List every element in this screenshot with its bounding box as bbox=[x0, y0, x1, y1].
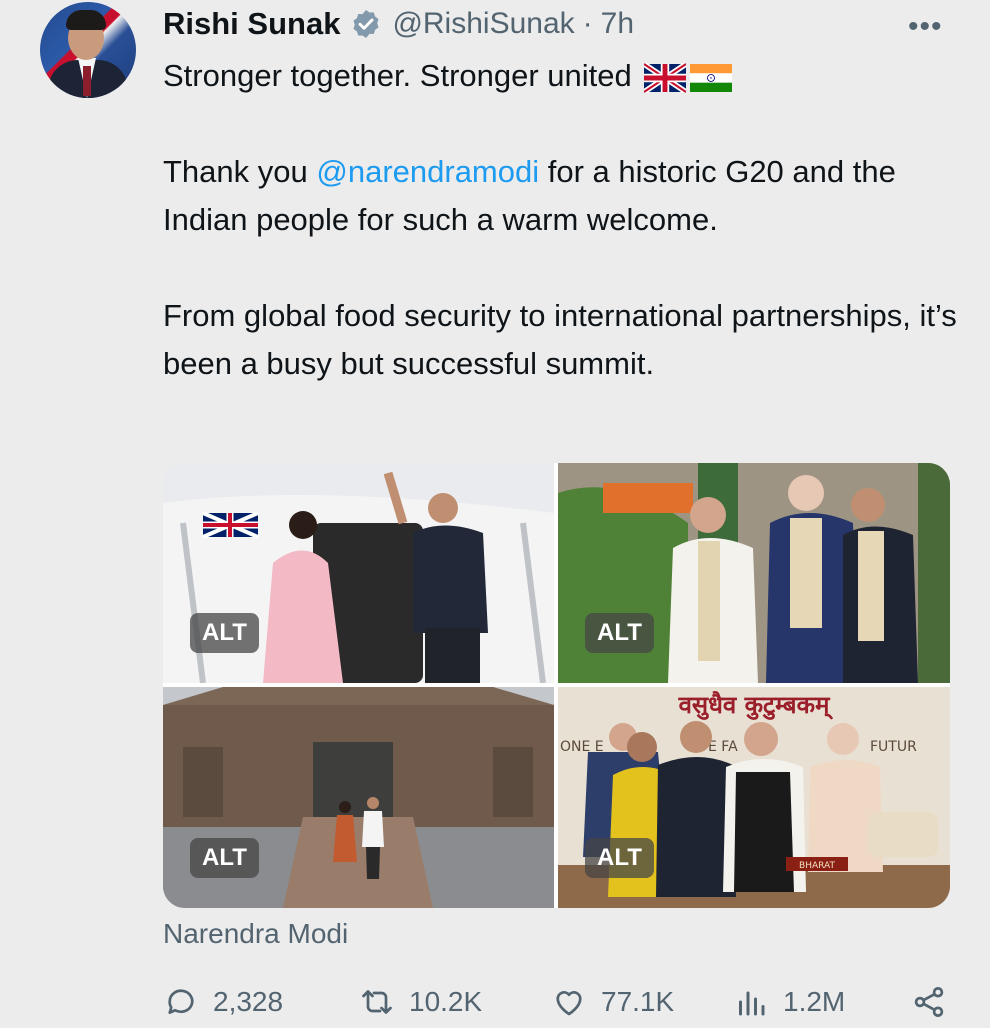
more-options-icon[interactable]: ••• bbox=[908, 10, 943, 44]
banner-text-right: FUTUR bbox=[870, 739, 917, 755]
share-icon bbox=[914, 987, 944, 1017]
timestamp[interactable]: 7h bbox=[601, 7, 634, 41]
author-handle[interactable]: @RishiSunak bbox=[392, 7, 574, 41]
text-line-1: Stronger together. Stronger united bbox=[163, 58, 632, 93]
banner-text-mid: E FA bbox=[708, 739, 738, 755]
alt-badge[interactable]: ALT bbox=[585, 838, 654, 878]
alt-badge[interactable]: ALT bbox=[190, 613, 259, 653]
views-button[interactable]: 1.2M bbox=[733, 984, 845, 1020]
media-grid: ALT ALT ALT वसुधैव कुटुम्बकम् ONE E E FA… bbox=[163, 463, 950, 908]
mention-link[interactable]: @narendramodi bbox=[316, 154, 539, 189]
views-count: 1.2M bbox=[783, 986, 846, 1017]
uk-flag-icon bbox=[644, 62, 687, 93]
reply-icon bbox=[168, 989, 194, 1014]
like-icon bbox=[556, 991, 582, 1016]
media-photo-4[interactable]: वसुधैव कुटुम्बकम् ONE E E FA FUTUR BHARA… bbox=[558, 687, 950, 908]
reply-button[interactable]: 2,328 bbox=[163, 984, 283, 1020]
media-photo-2[interactable]: ALT bbox=[558, 463, 950, 683]
action-bar: 2,328 10.2K 77.1K 1.2M bbox=[163, 984, 953, 1028]
text-paragraph-3: From global food security to internation… bbox=[163, 298, 957, 381]
author-name[interactable]: Rishi Sunak bbox=[163, 6, 340, 42]
media-caption[interactable]: Narendra Modi bbox=[163, 918, 348, 950]
retweet-icon bbox=[362, 990, 392, 1014]
banner-sanskrit: वसुधैव कुटुम्बकम् bbox=[678, 691, 834, 720]
retweet-count: 10.2K bbox=[409, 986, 483, 1017]
tweet: Rishi Sunak @RishiSunak · 7h ••• Stronge… bbox=[0, 0, 990, 1024]
separator-dot: · bbox=[582, 7, 593, 40]
avatar[interactable] bbox=[40, 2, 136, 98]
india-flag-icon bbox=[690, 63, 733, 92]
share-button[interactable] bbox=[911, 984, 961, 1020]
nameplate-text: BHARAT bbox=[799, 861, 835, 871]
views-icon bbox=[739, 991, 765, 1016]
media-photo-3[interactable]: ALT bbox=[163, 687, 554, 908]
media-photo-1[interactable]: ALT bbox=[163, 463, 554, 683]
tweet-text: Stronger together. Stronger united Thank… bbox=[163, 52, 963, 388]
alt-badge[interactable]: ALT bbox=[585, 613, 654, 653]
text-paragraph-2: Thank you @narendramodi for a historic G… bbox=[163, 154, 896, 237]
retweet-button[interactable]: 10.2K bbox=[359, 984, 482, 1020]
like-button[interactable]: 77.1K bbox=[551, 984, 674, 1020]
tweet-header: Rishi Sunak @RishiSunak · 7h bbox=[163, 2, 634, 46]
reply-count: 2,328 bbox=[213, 986, 284, 1017]
alt-badge[interactable]: ALT bbox=[190, 838, 259, 878]
like-count: 77.1K bbox=[601, 986, 675, 1017]
verified-badge-icon bbox=[353, 10, 379, 38]
